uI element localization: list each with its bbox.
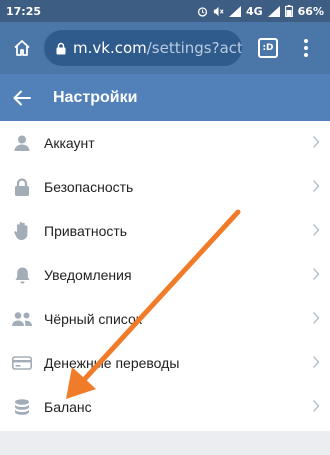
browser-menu-button[interactable]	[296, 28, 316, 68]
status-bar: 17:25 4G 66%	[0, 0, 330, 22]
settings-item-label: Уведомления	[44, 267, 132, 283]
battery-percent: 66%	[297, 4, 324, 18]
settings-item-label: Чёрный список	[44, 311, 142, 327]
lock-icon	[56, 42, 66, 55]
chevron-right-icon	[312, 223, 320, 237]
page-header: Настройки	[0, 74, 330, 121]
url-host: m.vk.com	[73, 39, 147, 57]
user-icon	[0, 121, 44, 165]
coins-icon	[0, 385, 44, 429]
settings-item-account[interactable]: Аккаунт	[0, 121, 330, 165]
settings-item-label: Приватность	[44, 223, 128, 239]
tab-switcher-label: :D	[258, 38, 278, 58]
settings-item-money-transfers[interactable]: Денежные переводы	[0, 341, 330, 385]
settings-item-label: Безопасность	[44, 179, 134, 195]
settings-list: Аккаунт Безопасность Приватность Уведомл…	[0, 121, 330, 431]
chevron-right-icon	[312, 399, 320, 413]
page-title: Настройки	[53, 88, 138, 106]
url-bar[interactable]: m.vk.com/settings?act=	[44, 30, 242, 66]
settings-item-privacy[interactable]: Приватность	[0, 209, 330, 253]
lock-icon	[0, 165, 44, 209]
signal-icon-2	[267, 5, 280, 17]
settings-item-label: Баланс	[44, 399, 92, 415]
hand-icon	[0, 209, 44, 253]
signal-icon	[228, 5, 241, 17]
settings-item-notifications[interactable]: Уведомления	[0, 253, 330, 297]
home-icon	[14, 40, 30, 56]
tab-switcher-button[interactable]: :D	[256, 36, 280, 60]
back-button[interactable]	[0, 74, 44, 121]
users-icon	[0, 297, 44, 341]
arrow-left-icon	[13, 90, 31, 105]
settings-item-label: Аккаунт	[44, 135, 95, 151]
chevron-right-icon	[312, 135, 320, 149]
battery-icon	[284, 5, 293, 17]
bell-icon	[0, 253, 44, 297]
home-button[interactable]	[0, 22, 44, 74]
chevron-right-icon	[312, 311, 320, 325]
settings-item-blacklist[interactable]: Чёрный список	[0, 297, 330, 341]
chevron-right-icon	[312, 267, 320, 281]
mute-icon	[213, 6, 224, 17]
settings-item-balance[interactable]: Баланс	[0, 385, 330, 429]
alarm-icon	[197, 6, 208, 17]
status-time: 17:25	[6, 4, 42, 18]
chevron-right-icon	[312, 355, 320, 369]
settings-item-security[interactable]: Безопасность	[0, 165, 330, 209]
more-vertical-icon	[304, 39, 308, 57]
chevron-right-icon	[312, 179, 320, 193]
money-transfer-icon	[0, 341, 44, 385]
network-type: 4G	[245, 4, 263, 18]
browser-toolbar: m.vk.com/settings?act= :D	[0, 22, 330, 74]
url-path: /settings?act=	[146, 39, 242, 57]
settings-item-label: Денежные переводы	[44, 355, 180, 371]
